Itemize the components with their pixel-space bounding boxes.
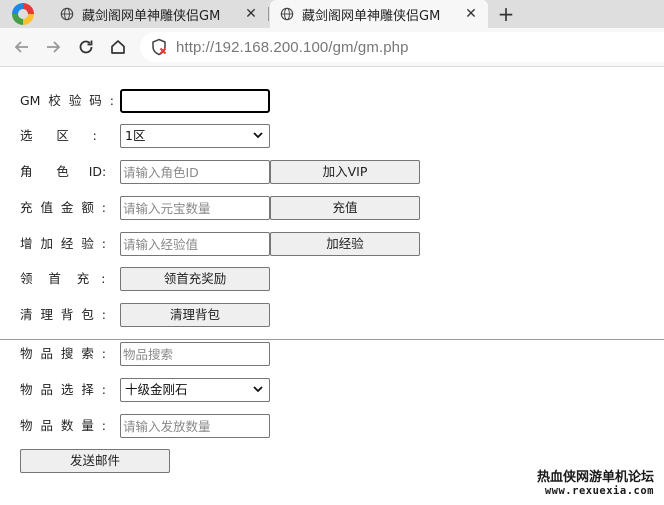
section-divider: [0, 339, 664, 340]
clear-bag-label: 清 理 背 包 :: [20, 307, 106, 322]
tab-1[interactable]: 藏剑阁网单神雕侠侣GM ✕: [50, 0, 268, 28]
tab-2[interactable]: 藏剑阁网单神雕侠侣GM ✕: [270, 0, 488, 28]
reload-icon[interactable]: [75, 36, 97, 58]
new-tab-plus-icon[interactable]: +: [494, 2, 518, 26]
tab-separator: [268, 7, 269, 21]
watermark: 热血侠网游单机论坛 www.rexuexia.com: [537, 466, 654, 497]
chevron-down-icon: [253, 386, 263, 393]
tab-title: 藏剑阁网单神雕侠侣GM: [302, 8, 441, 24]
gm-form: GM 校 验 码 : 选 区 : 1区 角 色 ID: 加入VIP 充 值 金 …: [0, 67, 664, 505]
item-selected-value: 十级金刚石: [125, 382, 188, 397]
send-mail-button[interactable]: 发送邮件: [20, 449, 170, 473]
add-vip-button[interactable]: 加入VIP: [270, 160, 420, 184]
zone-label: 选 区 :: [20, 128, 97, 143]
close-icon[interactable]: ✕: [240, 6, 262, 22]
close-icon[interactable]: ✕: [460, 6, 482, 22]
address-bar[interactable]: http://192.168.200.100/gm/gm.php: [140, 32, 664, 62]
item-qty-label: 物 品 数 量 :: [20, 418, 106, 433]
chevron-down-icon: [253, 132, 263, 139]
item-search-label: 物 品 搜 索 :: [20, 346, 106, 361]
browser-toolbar: http://192.168.200.100/gm/gm.php: [0, 28, 664, 67]
globe-icon: [280, 7, 294, 21]
not-secure-shield-icon[interactable]: [150, 38, 168, 56]
exp-label: 增 加 经 验 :: [20, 236, 106, 251]
item-search-input[interactable]: [120, 342, 270, 366]
zone-selected-value: 1区: [125, 128, 146, 143]
add-exp-button[interactable]: 加经验: [270, 232, 420, 256]
tab-title: 藏剑阁网单神雕侠侣GM: [82, 8, 221, 24]
item-select[interactable]: 十级金刚石: [120, 378, 270, 402]
recharge-amount-input[interactable]: [120, 196, 270, 220]
url-text: http://192.168.200.100/gm/gm.php: [176, 38, 409, 56]
gm-code-label: GM 校 验 码 :: [20, 93, 114, 108]
zone-select[interactable]: 1区: [120, 124, 270, 148]
back-arrow-icon[interactable]: [11, 36, 33, 58]
watermark-title: 热血侠网游单机论坛: [536, 470, 654, 485]
item-qty-input[interactable]: [120, 414, 270, 438]
recharge-button[interactable]: 充值: [270, 196, 420, 220]
forward-arrow-icon[interactable]: [42, 36, 64, 58]
clear-bag-button[interactable]: 清理背包: [120, 303, 270, 327]
globe-icon: [60, 7, 74, 21]
browser-logo-icon[interactable]: [12, 3, 34, 25]
role-id-input[interactable]: [120, 160, 270, 184]
first-recharge-reward-button[interactable]: 领首充奖励: [120, 267, 270, 291]
first-recharge-label: 领 首 充 :: [20, 271, 106, 286]
role-id-label: 角 色 ID:: [20, 164, 107, 179]
recharge-label: 充 值 金 额 :: [20, 200, 106, 215]
exp-input[interactable]: [120, 232, 270, 256]
item-select-label: 物 品 选 择 :: [20, 382, 106, 397]
watermark-url: www.rexuexia.com: [544, 485, 654, 497]
gm-code-input[interactable]: [120, 89, 270, 113]
home-icon[interactable]: [107, 36, 129, 58]
tab-strip: 藏剑阁网单神雕侠侣GM ✕ 藏剑阁网单神雕侠侣GM ✕ +: [0, 0, 664, 28]
